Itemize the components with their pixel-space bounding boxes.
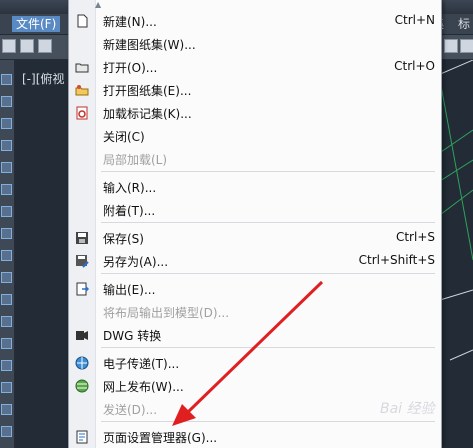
annotation-arrow <box>172 280 324 426</box>
watermark-text: Bai 经验 <box>380 401 435 417</box>
